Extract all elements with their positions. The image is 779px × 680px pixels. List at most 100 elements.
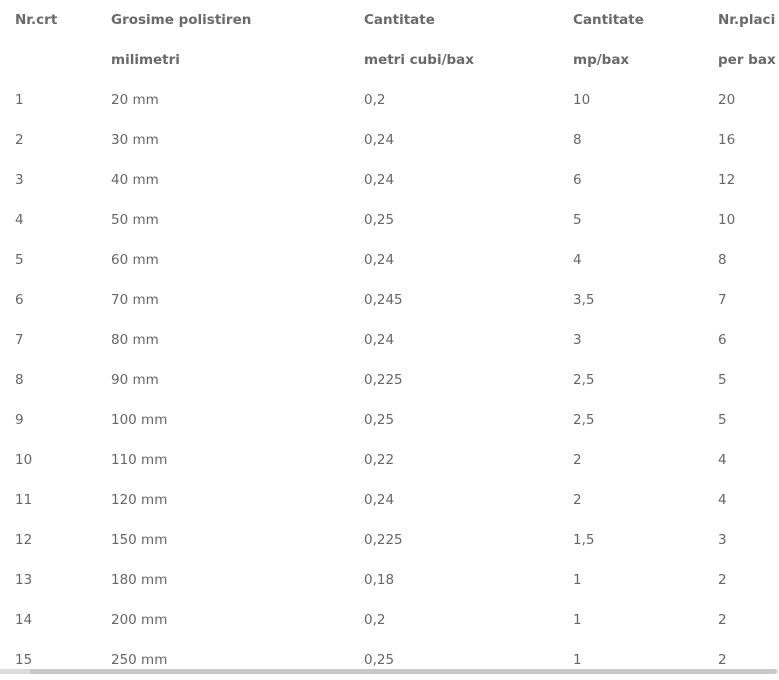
cell-nr-crt: 1	[15, 92, 24, 108]
cell-placi: 2	[718, 572, 727, 588]
cell-suprafata: 8	[573, 132, 582, 148]
table-row: 1 20 mm 0,2 10 20	[0, 80, 779, 120]
cell-volum: 0,25	[364, 412, 395, 428]
cell-suprafata: 4	[573, 252, 582, 268]
cell-placi: 12	[718, 172, 736, 188]
table-row: 6 70 mm 0,245 3,5 7	[0, 280, 779, 320]
table-row: 15 250 mm 0,25 1 2	[0, 640, 779, 680]
header-nr-placi: Nr.placi	[718, 12, 776, 28]
cell-nr-crt: 6	[15, 292, 24, 308]
table-row: 13 180 mm 0,18 1 2	[0, 560, 779, 600]
header-cantitate-suprafata: Cantitate	[573, 12, 644, 28]
cell-grosime: 20 mm	[111, 92, 159, 108]
cell-placi: 5	[718, 412, 727, 428]
cell-grosime: 60 mm	[111, 252, 159, 268]
cell-grosime: 90 mm	[111, 372, 159, 388]
cell-nr-crt: 7	[15, 332, 24, 348]
cell-suprafata: 1	[573, 612, 582, 628]
cell-volum: 0,24	[364, 172, 395, 188]
horizontal-scrollbar[interactable]	[0, 669, 779, 674]
table-row: 9 100 mm 0,25 2,5 5	[0, 400, 779, 440]
cell-placi: 10	[718, 212, 736, 228]
cell-volum: 0,24	[364, 332, 395, 348]
cell-suprafata: 5	[573, 212, 582, 228]
cell-volum: 0,2	[364, 612, 386, 628]
cell-grosime: 150 mm	[111, 532, 168, 548]
table-header-row: Nr.crt Grosime polistiren Cantitate Cant…	[0, 0, 779, 40]
scrollbar-left-segment[interactable]	[0, 669, 30, 674]
cell-nr-crt: 2	[15, 132, 24, 148]
cell-nr-crt: 4	[15, 212, 24, 228]
cell-placi: 4	[718, 452, 727, 468]
cell-grosime: 120 mm	[111, 492, 168, 508]
table-row: 2 30 mm 0,24 8 16	[0, 120, 779, 160]
cell-nr-crt: 9	[15, 412, 24, 428]
cell-volum: 0,25	[364, 652, 395, 668]
cell-volum: 0,24	[364, 252, 395, 268]
cell-placi: 7	[718, 292, 727, 308]
table-row: 12 150 mm 0,225 1,5 3	[0, 520, 779, 560]
table-header-units-row: milimetri metri cubi/bax mp/bax per bax	[0, 40, 779, 80]
table-row: 3 40 mm 0,24 6 12	[0, 160, 779, 200]
cell-placi: 20	[718, 92, 736, 108]
cell-grosime: 100 mm	[111, 412, 168, 428]
header-units-suprafata: mp/bax	[573, 52, 630, 68]
cell-suprafata: 2	[573, 492, 582, 508]
cell-grosime: 180 mm	[111, 572, 168, 588]
cell-nr-crt: 11	[15, 492, 33, 508]
table-row: 7 80 mm 0,24 3 6	[0, 320, 779, 360]
cell-grosime: 40 mm	[111, 172, 159, 188]
cell-placi: 16	[718, 132, 736, 148]
table-body: 1 20 mm 0,2 10 20 2 30 mm 0,24 8 16 3 40 mm 0,24 6 12 4…	[0, 80, 779, 680]
cell-volum: 0,25	[364, 212, 395, 228]
cell-volum: 0,225	[364, 372, 403, 388]
table-row: 4 50 mm 0,25 5 10	[0, 200, 779, 240]
header-nr-crt: Nr.crt	[15, 12, 58, 28]
cell-grosime: 110 mm	[111, 452, 168, 468]
header-units-placi: per bax	[718, 52, 776, 68]
cell-volum: 0,22	[364, 452, 395, 468]
cell-grosime: 30 mm	[111, 132, 159, 148]
cell-volum: 0,2	[364, 92, 386, 108]
header-units-grosime: milimetri	[111, 52, 180, 68]
scrollbar-thumb[interactable]	[2, 669, 777, 674]
cell-volum: 0,225	[364, 532, 403, 548]
cell-nr-crt: 10	[15, 452, 33, 468]
cell-nr-crt: 8	[15, 372, 24, 388]
cell-nr-crt: 14	[15, 612, 33, 628]
table-row: 14 200 mm 0,2 1 2	[0, 600, 779, 640]
polystyrene-table: Nr.crt Grosime polistiren Cantitate Cant…	[0, 0, 779, 680]
header-cantitate-volum: Cantitate	[364, 12, 435, 28]
cell-volum: 0,18	[364, 572, 395, 588]
cell-volum: 0,24	[364, 132, 395, 148]
cell-suprafata: 3	[573, 332, 582, 348]
cell-nr-crt: 12	[15, 532, 33, 548]
table-row: 11 120 mm 0,24 2 4	[0, 480, 779, 520]
cell-volum: 0,24	[364, 492, 395, 508]
table-row: 8 90 mm 0,225 2,5 5	[0, 360, 779, 400]
cell-grosime: 50 mm	[111, 212, 159, 228]
cell-suprafata: 2	[573, 452, 582, 468]
cell-placi: 2	[718, 612, 727, 628]
table-row: 10 110 mm 0,22 2 4	[0, 440, 779, 480]
header-grosime: Grosime polistiren	[111, 12, 252, 28]
cell-suprafata: 6	[573, 172, 582, 188]
cell-nr-crt: 15	[15, 652, 33, 668]
cell-suprafata: 10	[573, 92, 591, 108]
cell-suprafata: 2,5	[573, 412, 595, 428]
cell-grosime: 80 mm	[111, 332, 159, 348]
cell-grosime: 70 mm	[111, 292, 159, 308]
table-row: 5 60 mm 0,24 4 8	[0, 240, 779, 280]
cell-grosime: 250 mm	[111, 652, 168, 668]
cell-suprafata: 2,5	[573, 372, 595, 388]
cell-placi: 2	[718, 652, 727, 668]
cell-placi: 3	[718, 532, 727, 548]
header-units-volum: metri cubi/bax	[364, 52, 474, 68]
cell-placi: 6	[718, 332, 727, 348]
cell-nr-crt: 5	[15, 252, 24, 268]
cell-volum: 0,245	[364, 292, 403, 308]
cell-nr-crt: 3	[15, 172, 24, 188]
cell-suprafata: 3,5	[573, 292, 595, 308]
cell-nr-crt: 13	[15, 572, 33, 588]
cell-suprafata: 1,5	[573, 532, 595, 548]
